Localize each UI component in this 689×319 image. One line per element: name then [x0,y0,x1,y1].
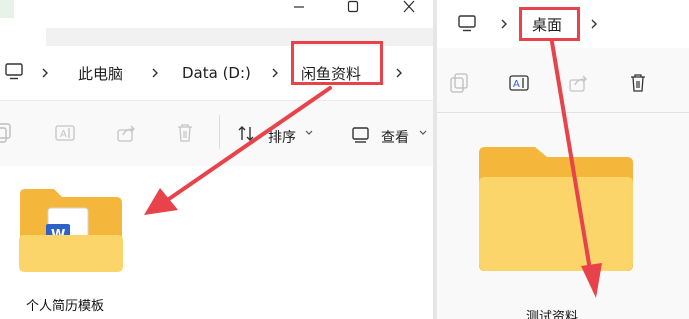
arrow-line [550,40,592,272]
arrowhead-icon [581,263,602,298]
arrow-line [164,86,332,203]
annotation-arrows [144,40,602,298]
arrowhead-icon [144,188,178,215]
